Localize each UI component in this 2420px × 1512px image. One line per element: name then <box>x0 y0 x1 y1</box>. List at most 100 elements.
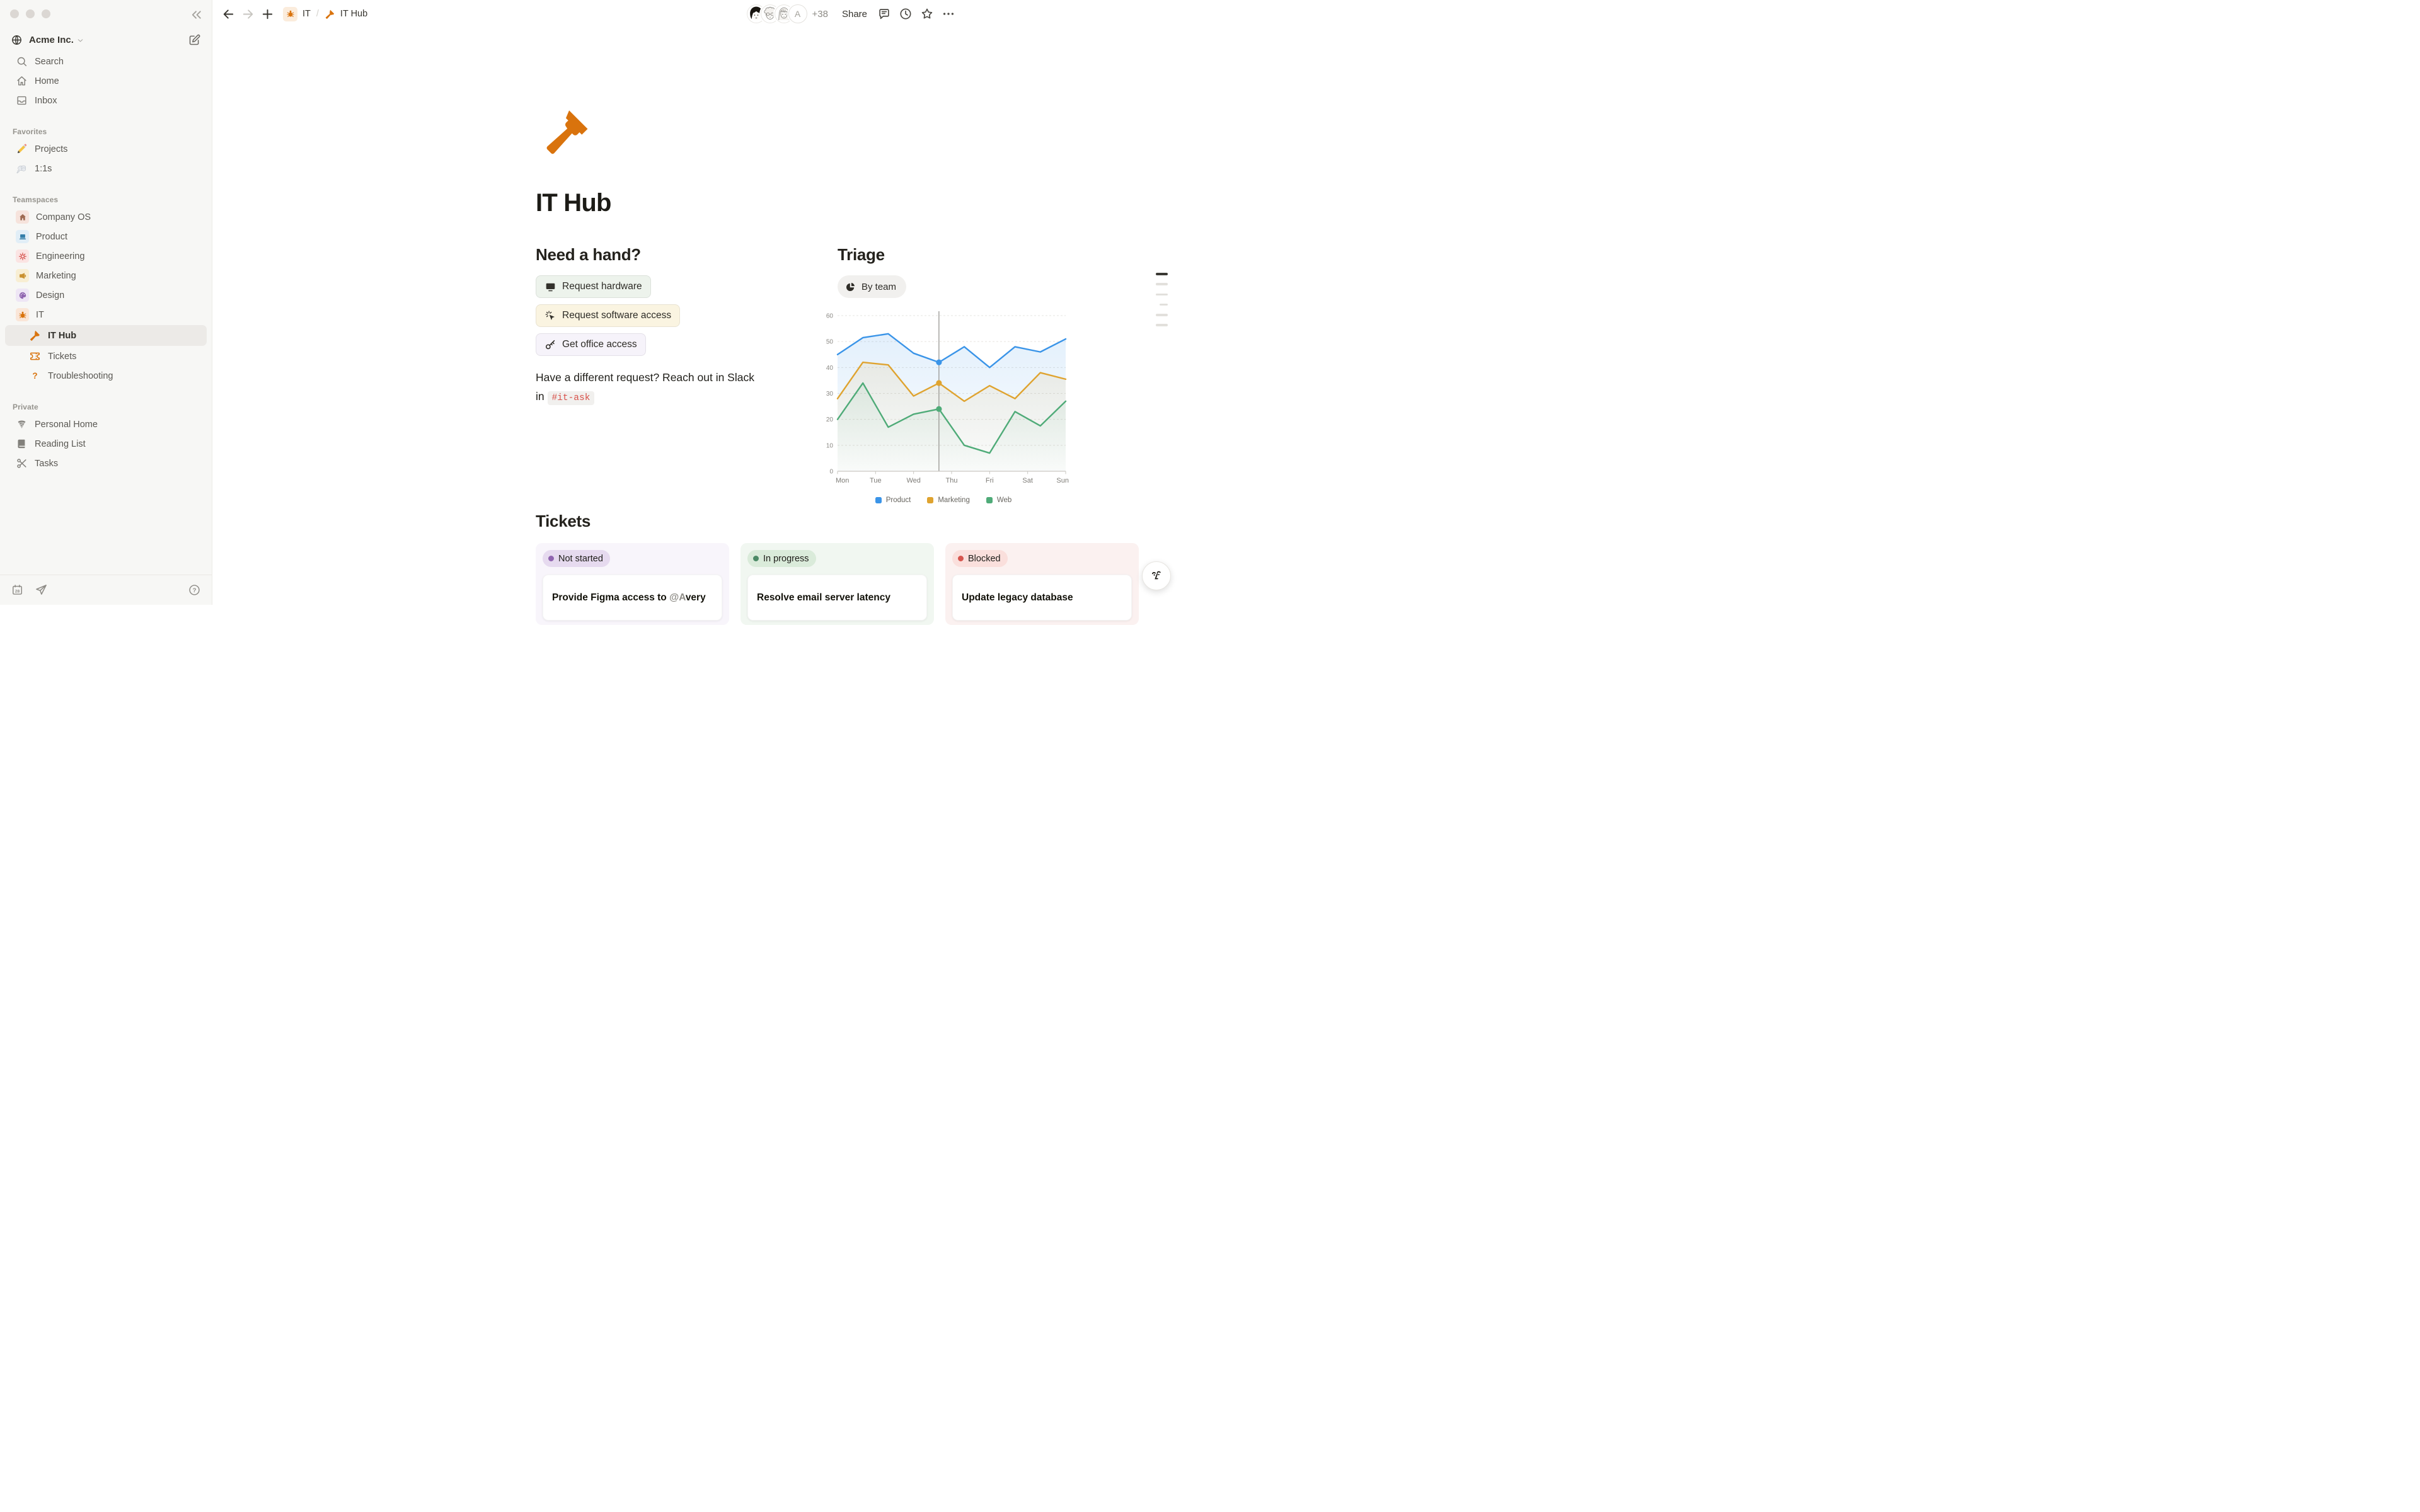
outline-bar[interactable] <box>1156 324 1168 326</box>
legend-swatch <box>986 497 993 503</box>
page-hammer-icon[interactable] <box>541 105 593 157</box>
svg-text:Sun: Sun <box>1056 477 1069 484</box>
sidebar-item-label: Product <box>36 232 67 242</box>
svg-text:60: 60 <box>826 313 834 320</box>
tickets-column-not-started: Not started Provide Figma access to @Ave… <box>536 543 729 625</box>
sidebar-collapse-icon[interactable] <box>188 7 204 23</box>
status-dot <box>548 556 554 561</box>
ticket-card[interactable]: Resolve email server latency <box>747 575 927 621</box>
sidebar-item-marketing[interactable]: Marketing <box>0 266 212 285</box>
legend-item: Product <box>875 496 911 504</box>
teamspaces-header[interactable]: Teamspaces <box>0 193 212 207</box>
zoom-window-button[interactable] <box>42 9 50 18</box>
request-software-access-button[interactable]: Request software access <box>536 304 680 327</box>
sidebar-item-inbox[interactable]: Inbox <box>0 91 212 110</box>
help-icon[interactable]: ? <box>188 583 201 597</box>
favorites-header[interactable]: Favorites <box>0 125 212 139</box>
get-office-access-button[interactable]: Get office access <box>536 333 646 356</box>
ai-face-icon <box>1148 568 1165 584</box>
svg-text:Sat: Sat <box>1022 477 1033 484</box>
mention[interactable]: @Avery <box>669 592 706 604</box>
page-title: IT Hub <box>536 189 611 217</box>
sidebar-item-label: Marketing <box>36 271 76 281</box>
outline-bar[interactable] <box>1160 304 1168 306</box>
svg-text:Wed: Wed <box>906 477 920 484</box>
legend-item: Marketing <box>927 496 970 504</box>
sidebar-item-label: Design <box>36 290 64 301</box>
status-badge[interactable]: In progress <box>747 550 816 567</box>
ticket-card[interactable]: Update legacy database <box>952 575 1132 621</box>
window-controls <box>0 0 212 18</box>
scissors-icon <box>16 457 28 469</box>
status-label: Not started <box>558 554 603 564</box>
page-canvas: IT Hub Need a hand? Request hardware Req… <box>212 0 968 605</box>
sidebar-item-it-hub[interactable]: IT Hub <box>5 325 207 346</box>
private-header[interactable]: Private <box>0 401 212 415</box>
minimize-window-button[interactable] <box>26 9 35 18</box>
sidebar-item-engineering[interactable]: Engineering <box>0 246 212 266</box>
house-icon <box>16 210 29 224</box>
sidebar-item-1-1s[interactable]: 1:1s <box>0 159 212 178</box>
svg-text:40: 40 <box>826 365 834 372</box>
ticket-card[interactable]: Provide Figma access to @Avery <box>543 575 722 621</box>
key-icon <box>544 339 556 351</box>
legend-label: Marketing <box>938 496 970 504</box>
request-hardware-button[interactable]: Request hardware <box>536 275 651 298</box>
outline-bar[interactable] <box>1156 314 1168 316</box>
sidebar-item-company-os[interactable]: Company OS <box>0 207 212 227</box>
new-page-compose-button[interactable] <box>188 33 201 47</box>
button-label: Get office access <box>562 339 637 350</box>
outline-bar[interactable] <box>1156 294 1168 296</box>
sidebar-item-tickets[interactable]: Tickets <box>0 346 212 366</box>
thought-cloud-icon <box>16 163 28 175</box>
sidebar-item-label: Personal Home <box>35 420 98 430</box>
outline-bar[interactable] <box>1156 283 1168 285</box>
sidebar-item-reading-list[interactable]: Reading List <box>0 434 212 454</box>
sidebar-item-design[interactable]: Design <box>0 285 212 305</box>
notion-app: Acme Inc. Search Home Inbox Favorites Pr… <box>0 0 968 605</box>
sidebar-item-troubleshooting[interactable]: ? Troubleshooting <box>0 366 212 386</box>
sidebar-item-it[interactable]: IT <box>0 305 212 324</box>
sidebar-item-label: Tasks <box>35 459 58 469</box>
triage-heading: Triage <box>838 245 906 265</box>
inbox-icon <box>16 94 28 106</box>
status-badge[interactable]: Not started <box>543 550 610 567</box>
close-window-button[interactable] <box>10 9 19 18</box>
status-badge[interactable]: Blocked <box>952 550 1008 567</box>
teamspaces-section: Teamspaces Company OS Product Engineerin… <box>0 193 212 386</box>
sidebar-item-label: IT Hub <box>48 331 76 341</box>
need-a-hand-heading: Need a hand? <box>536 245 758 265</box>
sidebar-item-projects[interactable]: Projects <box>0 139 212 159</box>
sidebar-item-personal-home[interactable]: Personal Home <box>0 415 212 434</box>
sidebar-item-search[interactable]: Search <box>0 52 212 71</box>
sidebar-item-label: Projects <box>35 144 67 154</box>
workspace-name: Acme Inc. <box>29 35 74 45</box>
sidebar-item-label: Search <box>35 57 64 67</box>
page-outline-indicator <box>1156 273 1168 335</box>
calendar-icon[interactable]: 28 <box>11 583 24 597</box>
workspace-globe-icon <box>11 34 23 46</box>
paper-plane-icon[interactable] <box>35 583 48 597</box>
ticket-card-title: Update legacy database <box>962 592 1122 604</box>
by-team-filter-button[interactable]: By team <box>838 275 906 298</box>
sidebar-item-product[interactable]: Product <box>0 227 212 246</box>
tickets-column-blocked: Blocked Update legacy database <box>945 543 1139 625</box>
sidebar: Acme Inc. Search Home Inbox Favorites Pr… <box>0 0 212 605</box>
sidebar-nav: Search Home Inbox <box>0 52 212 110</box>
status-dot <box>958 556 964 561</box>
laptop-icon <box>16 230 29 243</box>
svg-text:0: 0 <box>829 469 833 476</box>
search-icon <box>16 55 28 67</box>
need-a-hand-section: Need a hand? Request hardware Request so… <box>536 245 758 406</box>
favorites-section: Favorites Projects 1:1s <box>0 125 212 178</box>
notion-ai-button[interactable] <box>1142 561 1171 590</box>
sidebar-item-tasks[interactable]: Tasks <box>0 454 212 473</box>
pencil-icon <box>16 143 28 155</box>
sidebar-item-label: Tickets <box>48 352 76 362</box>
workspace-switcher[interactable]: Acme Inc. <box>5 31 207 49</box>
tickets-heading: Tickets <box>536 512 591 531</box>
sidebar-item-home[interactable]: Home <box>0 71 212 91</box>
svg-text:?: ? <box>193 587 197 594</box>
sidebar-item-label: Company OS <box>36 212 91 222</box>
outline-bar[interactable] <box>1156 273 1168 275</box>
